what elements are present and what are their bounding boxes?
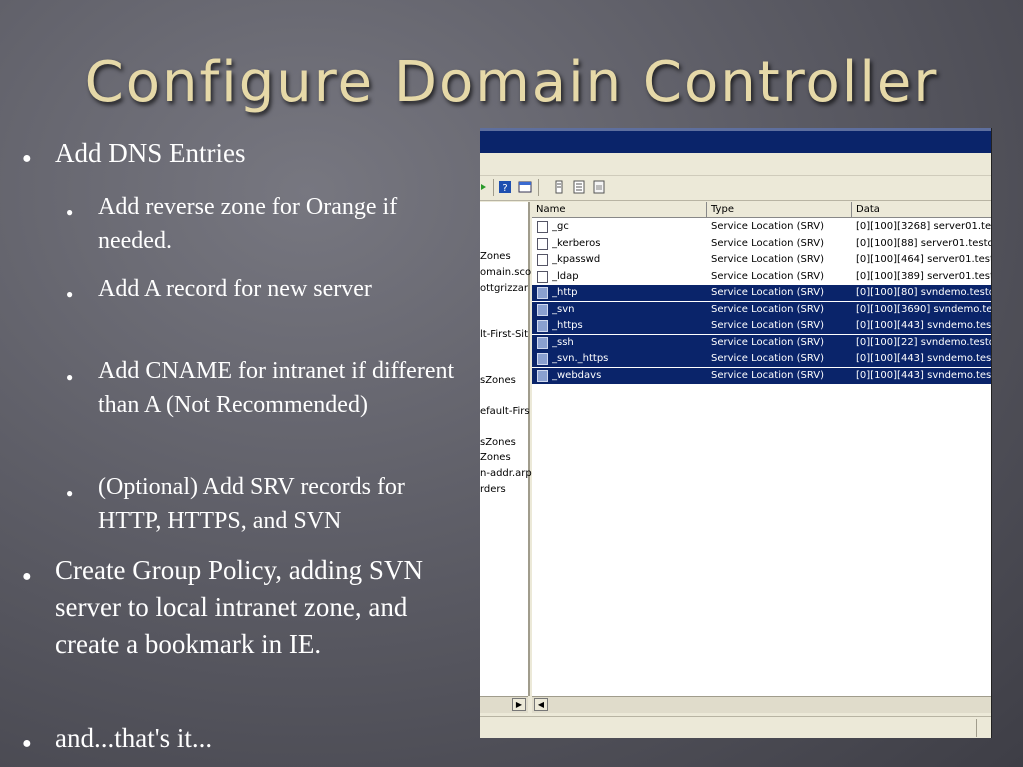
- console-window-icon[interactable]: [518, 180, 532, 194]
- tree-item[interactable]: Zones: [480, 452, 511, 463]
- sub-bullet-srv-records: (Optional) Add SRV records for HTTP, HTT…: [98, 474, 405, 534]
- record-data: [0][100][22] svndemo.testdo: [856, 336, 991, 348]
- svg-text:?: ?: [502, 183, 507, 194]
- record-type: Service Location (SRV): [711, 254, 825, 265]
- tree-horizontal-scrollbar[interactable]: ▶: [480, 696, 528, 713]
- dns-record-icon: [537, 303, 548, 316]
- record-name: _svn._https: [552, 353, 609, 364]
- bullet-dot: ●: [22, 735, 32, 752]
- sub-bullet-dot: ●: [66, 205, 74, 219]
- dns-record-icon: [537, 287, 548, 299]
- sub-bullet-cname: Add CNAME for intranet if different than…: [98, 358, 455, 418]
- record-type: Service Location (SRV): [711, 270, 825, 282]
- tree-item[interactable]: lt-First-Sit: [480, 329, 528, 340]
- document-icon[interactable]: [572, 180, 586, 194]
- forward-arrow-icon[interactable]: [480, 180, 494, 194]
- record-type: Service Location (SRV): [711, 369, 825, 381]
- column-header-data[interactable]: Data: [852, 202, 991, 218]
- record-name: _ssh: [552, 336, 574, 348]
- record-data: [0][100][88] server01.testdo: [856, 237, 991, 249]
- column-header-name[interactable]: Name: [532, 202, 707, 218]
- record-icon[interactable]: [552, 180, 566, 194]
- record-data: [0][100][3690] svndemo.tes: [856, 303, 991, 315]
- help-icon[interactable]: ?: [498, 180, 512, 194]
- tree-item[interactable]: Zones: [480, 251, 511, 262]
- status-bar: [480, 716, 991, 738]
- toolbar-separator: [538, 179, 539, 196]
- dns-record-icon: [537, 320, 548, 332]
- record-data: [0][100][389] server01.testd: [856, 270, 991, 282]
- status-bar-divider: [976, 719, 977, 737]
- record-type: Service Location (SRV): [711, 353, 825, 364]
- tree-item[interactable]: omain.sco: [480, 267, 531, 278]
- dns-record-icon: [537, 336, 548, 349]
- sub-bullet-dot: ●: [66, 486, 74, 500]
- record-data: [0][100][443] svndemo.testd: [856, 353, 991, 364]
- table-row[interactable]: _kerberos Service Location (SRV) [0][100][…: [532, 236, 991, 252]
- tree-item[interactable]: sZones: [480, 375, 516, 386]
- dns-record-icon: [537, 221, 548, 233]
- table-row[interactable]: _http Service Location (SRV) [0][100][80] …: [532, 285, 991, 301]
- record-type: Service Location (SRV): [711, 287, 825, 298]
- table-row[interactable]: _ssh Service Location (SRV) [0][100][22] s…: [532, 334, 991, 351]
- bullet-dot: ●: [22, 568, 32, 585]
- tree-item[interactable]: sZones: [480, 437, 516, 448]
- sub-bullet-a-record: Add A record for new server: [98, 276, 372, 302]
- tree-item[interactable]: n-addr.arp: [480, 468, 532, 479]
- record-name: _kpasswd: [552, 254, 601, 265]
- record-type: Service Location (SRV): [711, 303, 825, 315]
- record-data: [0][100][3268] server01.tes: [856, 221, 991, 232]
- column-header-type[interactable]: Type: [707, 202, 852, 218]
- record-data: [0][100][443] svndemo.testd: [856, 320, 991, 331]
- record-type: Service Location (SRV): [711, 336, 825, 348]
- table-row[interactable]: _svn._https Service Location (SRV) [0][100…: [532, 351, 991, 367]
- toolbar: ?: [480, 176, 991, 201]
- record-name: _http: [552, 287, 578, 298]
- properties-icon[interactable]: [592, 180, 606, 194]
- list-horizontal-scrollbar[interactable]: ◀: [532, 696, 991, 713]
- record-data: [0][100][443] svndemo.testd: [856, 369, 991, 381]
- bullet-dot: ●: [22, 150, 32, 167]
- window-titlebar: [480, 128, 991, 153]
- table-row[interactable]: _kpasswd Service Location (SRV) [0][100][4…: [532, 252, 991, 268]
- record-name: _gc: [552, 221, 569, 232]
- table-row[interactable]: _ldap Service Location (SRV) [0][100][389]…: [532, 269, 991, 285]
- record-name: _webdavs: [552, 369, 602, 381]
- record-data: [0][100][464] server01.testd: [856, 254, 991, 265]
- sub-bullet-dot: ●: [66, 287, 74, 301]
- menu-bar: [480, 153, 991, 176]
- tree-item[interactable]: ottgrizzar: [480, 283, 528, 294]
- record-name: _svn: [552, 303, 575, 315]
- record-name: _ldap: [552, 270, 579, 282]
- tree-item[interactable]: efault-Firs: [480, 406, 530, 417]
- record-type: Service Location (SRV): [711, 237, 825, 249]
- dns-record-icon: [537, 237, 548, 250]
- sub-bullet-dot: ●: [66, 370, 74, 384]
- console-tree: Zones omain.sco ottgrizzar lt-First-Sit …: [480, 202, 532, 696]
- dns-record-icon: [537, 369, 548, 382]
- table-row[interactable]: _svn Service Location (SRV) [0][100][3690]…: [532, 301, 991, 318]
- dns-record-icon: [537, 270, 548, 283]
- bullet-thats-it: and...that's it...: [55, 723, 213, 753]
- tree-item[interactable]: rders: [480, 484, 506, 495]
- record-type: Service Location (SRV): [711, 221, 825, 232]
- table-row[interactable]: _webdavs Service Location (SRV) [0][100][4…: [532, 367, 991, 384]
- record-name: _kerberos: [552, 237, 601, 249]
- record-name: _https: [552, 320, 583, 331]
- record-type: Service Location (SRV): [711, 320, 825, 331]
- bullet-group-policy: Create Group Policy, adding SVN server t…: [55, 555, 423, 659]
- scroll-left-button[interactable]: ◀: [534, 698, 548, 711]
- record-data: [0][100][80] svndemo.testdo: [856, 287, 991, 298]
- dns-record-icon: [537, 353, 548, 365]
- toolbar-separator: [493, 179, 494, 196]
- sub-bullet-reverse-zone: Add reverse zone for Orange if needed.: [98, 194, 398, 254]
- records-list: Name Type Data _gc Service Location (SRV)…: [532, 202, 991, 696]
- table-row[interactable]: _gc Service Location (SRV) [0][100][3268] …: [532, 219, 991, 235]
- bullet-list: ● Add DNS Entries ● Add reverse zone for…: [0, 0, 470, 767]
- table-row[interactable]: _https Service Location (SRV) [0][100][443…: [532, 318, 991, 334]
- bullet-add-dns: Add DNS Entries: [55, 138, 246, 168]
- dns-record-icon: [537, 254, 548, 266]
- scroll-right-button[interactable]: ▶: [512, 698, 526, 711]
- dns-manager-screenshot: ? Zones omain.sco ottgrizzar lt-First-Si…: [480, 128, 992, 738]
